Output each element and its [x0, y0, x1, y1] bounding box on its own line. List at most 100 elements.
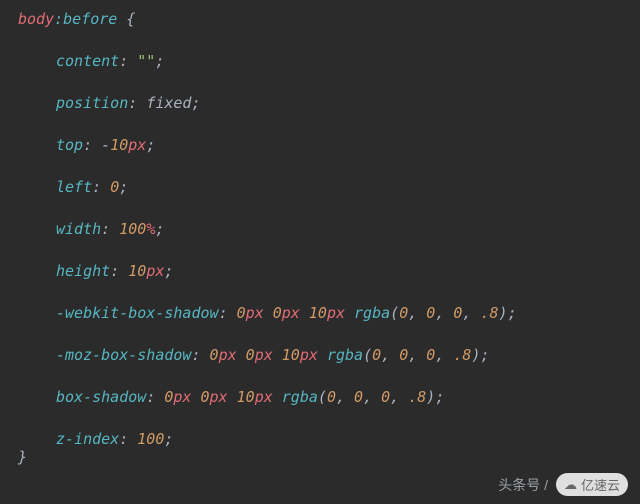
declaration-line: position: fixed;: [18, 94, 622, 112]
token-punc: ,: [462, 304, 480, 322]
declaration-line: content: "";: [18, 52, 622, 70]
pseudo-selector: :before: [54, 10, 117, 28]
semicolon: ;: [191, 94, 200, 112]
semicolon: ;: [164, 262, 173, 280]
token-num: 0: [110, 178, 119, 196]
colon: :: [146, 388, 164, 406]
token-unit: px: [300, 346, 327, 364]
token-unit: px: [219, 346, 246, 364]
token-punc: ,: [408, 346, 426, 364]
token-punc: (: [390, 304, 399, 322]
css-property: z-index: [56, 430, 119, 448]
token-num: 10: [309, 304, 327, 322]
token-num: 0: [381, 388, 390, 406]
token-unit: px: [210, 388, 237, 406]
token-num: 0: [426, 346, 435, 364]
open-brace: {: [117, 10, 135, 28]
cloud-icon: ☁: [564, 477, 577, 493]
token-punc: ,: [390, 388, 408, 406]
token-punc: (: [363, 346, 372, 364]
token-func: rgba: [327, 346, 363, 364]
token-punc: ): [426, 388, 435, 406]
css-property: top: [56, 136, 83, 154]
token-punc: ,: [336, 388, 354, 406]
declaration-line: width: 100%;: [18, 220, 622, 238]
token-num: 0: [372, 346, 381, 364]
token-unit: px: [255, 388, 282, 406]
colon: :: [92, 178, 110, 196]
css-property: left: [56, 178, 92, 196]
token-unit: px: [327, 304, 354, 322]
token-punc: ,: [381, 346, 399, 364]
declaration-line: box-shadow: 0px 0px 10px rgba(0, 0, 0, .…: [18, 388, 622, 406]
token-unit: px: [146, 262, 164, 280]
token-num: 10: [237, 388, 255, 406]
token-unit: px: [173, 388, 200, 406]
token-num: 0: [237, 304, 246, 322]
token-num: 0: [201, 388, 210, 406]
declaration-line: -moz-box-shadow: 0px 0px 10px rgba(0, 0,…: [18, 346, 622, 364]
token-func: rgba: [282, 388, 318, 406]
footer-text: 头条号 /: [498, 475, 548, 495]
semicolon: ;: [155, 52, 164, 70]
token-num: 0: [210, 346, 219, 364]
token-num: .8: [480, 304, 498, 322]
code-block: body:before { content: "";position: fixe…: [0, 0, 640, 476]
token-num: 10: [110, 136, 128, 154]
token-func: rgba: [354, 304, 390, 322]
selector-line: body:before {: [18, 10, 622, 28]
brand-text: 亿速云: [581, 475, 620, 494]
token-punc: ,: [408, 304, 426, 322]
token-num: 0: [426, 304, 435, 322]
token-num: 0: [354, 388, 363, 406]
token-punc: ): [499, 304, 508, 322]
token-str: "": [137, 52, 155, 70]
token-val: fixed: [146, 94, 191, 112]
token-punc: ,: [435, 304, 453, 322]
semicolon: ;: [164, 430, 173, 448]
footer: 头条号 / ☁ 亿速云: [498, 473, 628, 496]
token-punc: ,: [435, 346, 453, 364]
colon: :: [110, 262, 128, 280]
token-num: .8: [453, 346, 471, 364]
css-property: -webkit-box-shadow: [56, 304, 219, 322]
css-property: box-shadow: [56, 388, 146, 406]
colon: :: [191, 346, 209, 364]
close-brace: }: [18, 448, 27, 466]
token-num: 0: [399, 304, 408, 322]
declaration-line: left: 0;: [18, 178, 622, 196]
colon: :: [219, 304, 237, 322]
declaration-line: -webkit-box-shadow: 0px 0px 10px rgba(0,…: [18, 304, 622, 322]
token-num: 100: [137, 430, 164, 448]
semicolon: ;: [155, 220, 164, 238]
colon: :: [101, 220, 119, 238]
css-property: content: [56, 52, 119, 70]
css-property: -moz-box-shadow: [56, 346, 191, 364]
semicolon: ;: [146, 136, 155, 154]
semicolon: ;: [435, 388, 444, 406]
token-num: 10: [282, 346, 300, 364]
token-num: 100: [119, 220, 146, 238]
brand-badge: ☁ 亿速云: [556, 473, 628, 496]
token-num: 0: [273, 304, 282, 322]
token-unit: px: [282, 304, 309, 322]
semicolon: ;: [119, 178, 128, 196]
token-num: .8: [408, 388, 426, 406]
colon: :: [119, 430, 137, 448]
token-num: 0: [327, 388, 336, 406]
close-brace-line: }: [18, 448, 622, 466]
token-num: 0: [399, 346, 408, 364]
token-punc: (: [318, 388, 327, 406]
semicolon: ;: [480, 346, 489, 364]
token-num: 10: [128, 262, 146, 280]
token-unit: %: [146, 220, 155, 238]
token-num: 0: [246, 346, 255, 364]
declaration-line: top: -10px;: [18, 136, 622, 154]
declaration-line: height: 10px;: [18, 262, 622, 280]
token-punc: -: [101, 136, 110, 154]
declaration-line: z-index: 100;: [18, 430, 622, 448]
colon: :: [83, 136, 101, 154]
css-property: height: [56, 262, 110, 280]
token-unit: px: [246, 304, 273, 322]
colon: :: [119, 52, 137, 70]
